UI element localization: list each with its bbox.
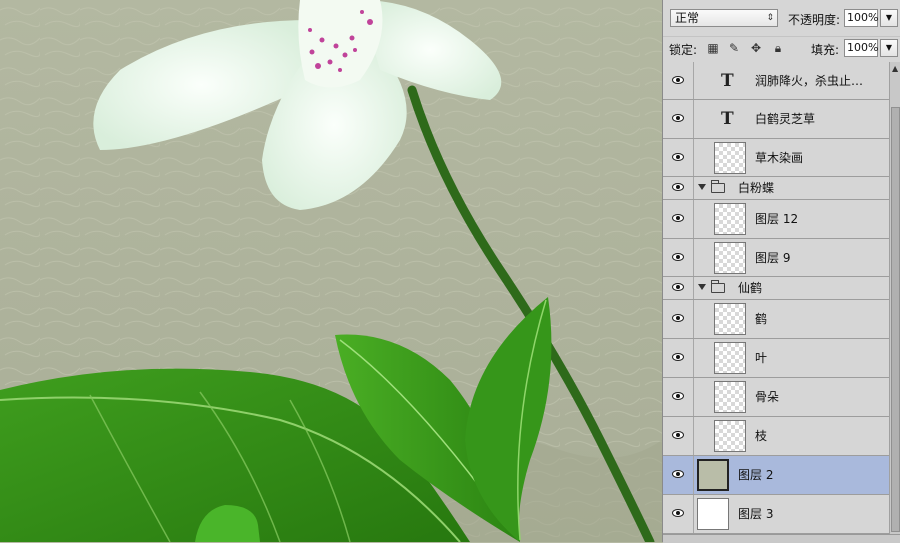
expand-triangle-icon[interactable] <box>698 284 706 290</box>
blend-mode-value: 正常 <box>675 11 700 25</box>
layer-thumbnail <box>714 381 746 413</box>
layer-name: 枝 <box>755 429 768 443</box>
eye-icon <box>672 114 684 122</box>
fill-label: 填充: <box>811 43 840 57</box>
layer-row[interactable]: 枝 <box>663 417 889 456</box>
layer-name: 图层 9 <box>755 250 791 265</box>
document-canvas[interactable] <box>0 0 662 542</box>
eye-icon <box>672 314 684 322</box>
layer-row[interactable]: 图层 12 <box>663 200 889 239</box>
eye-icon <box>672 183 684 191</box>
layer-row[interactable]: 骨朵 <box>663 378 889 417</box>
layer-thumbnail <box>714 420 746 452</box>
lock-brush-icon[interactable]: ✎ <box>727 41 741 55</box>
layer-row[interactable]: 图层 3 <box>663 495 889 534</box>
visibility-toggle[interactable] <box>663 139 694 176</box>
eye-icon <box>672 283 684 291</box>
layer-row-selected[interactable]: 图层 2 <box>663 456 889 495</box>
layer-row[interactable]: 鹤 <box>663 300 889 339</box>
visibility-toggle[interactable] <box>663 417 694 455</box>
layer-row[interactable]: T 润肺降火，杀虫止… <box>663 62 889 100</box>
lock-label: 锁定: <box>669 43 698 57</box>
scroll-up-icon[interactable]: ▲ <box>892 64 898 73</box>
text-layer-icon: T <box>721 109 734 129</box>
layer-row[interactable]: 叶 <box>663 339 889 378</box>
opacity-input[interactable]: 100% <box>844 9 878 27</box>
visibility-toggle[interactable] <box>663 100 694 138</box>
eye-icon <box>672 75 684 84</box>
layer-name: 白鹤灵芝草 <box>755 112 816 126</box>
layer-group-row[interactable]: 白粉蝶 <box>663 177 889 200</box>
fill-dropdown-button[interactable]: ▼ <box>880 39 898 57</box>
visibility-toggle[interactable] <box>663 277 694 299</box>
canvas-artwork <box>0 0 662 542</box>
layer-thumbnail <box>697 459 729 491</box>
visibility-toggle[interactable] <box>663 339 694 377</box>
visibility-toggle[interactable] <box>663 200 694 238</box>
eye-icon <box>672 392 684 400</box>
lock-transparent-icon[interactable]: ▦ <box>706 41 720 55</box>
folder-icon <box>711 280 725 293</box>
eye-icon <box>672 470 684 478</box>
scrollbar-thumb[interactable] <box>891 107 900 532</box>
layer-name: 鹤 <box>755 312 768 326</box>
blend-mode-select[interactable]: 正常 ⇕ <box>670 9 778 27</box>
layer-thumbnail <box>714 142 746 174</box>
visibility-toggle[interactable] <box>663 239 694 276</box>
fill-input[interactable]: 100% <box>844 39 878 57</box>
visibility-toggle[interactable] <box>663 378 694 416</box>
layer-name: 图层 2 <box>738 468 774 482</box>
lock-all-icon[interactable]: 🔒︎ <box>771 41 785 55</box>
select-arrows-icon: ⇕ <box>766 13 774 23</box>
layers-scrollbar[interactable]: ▲ <box>889 62 900 540</box>
visibility-toggle[interactable] <box>663 495 694 533</box>
visibility-toggle[interactable] <box>663 456 694 494</box>
text-layer-icon: T <box>721 70 734 91</box>
eye-icon <box>672 152 684 161</box>
group-name: 仙鹤 <box>738 281 763 295</box>
group-name: 白粉蝶 <box>738 181 775 195</box>
blend-opacity-row: 正常 ⇕ 不透明度: 100% ▼ <box>663 0 900 37</box>
visibility-toggle[interactable] <box>663 177 694 199</box>
layer-thumbnail <box>714 303 746 335</box>
layer-row[interactable]: T 白鹤灵芝草 <box>663 100 889 139</box>
layer-name: 叶 <box>755 351 768 365</box>
lock-move-icon[interactable]: ✥ <box>749 41 763 55</box>
lock-fill-row: 锁定: ▦ ✎ ✥ 🔒︎ 填充: 100% ▼ <box>663 36 900 63</box>
visibility-toggle[interactable] <box>663 62 694 99</box>
opacity-label: 不透明度: <box>788 13 841 27</box>
eye-icon <box>672 509 684 517</box>
layer-thumbnail <box>714 242 746 274</box>
layer-thumbnail <box>714 342 746 374</box>
layer-name: 图层 3 <box>738 507 774 521</box>
layers-panel: 正常 ⇕ 不透明度: 100% ▼ 锁定: ▦ ✎ ✥ 🔒︎ 填充: 100% … <box>662 0 900 543</box>
chevron-down-icon: ▼ <box>885 43 893 52</box>
layers-list: T 润肺降火，杀虫止… T 白鹤灵芝草 草木染画 白粉蝶 图层 12 图层 9 … <box>663 62 889 540</box>
eye-icon <box>672 353 684 361</box>
visibility-toggle[interactable] <box>663 300 694 338</box>
layer-name: 骨朵 <box>755 390 780 404</box>
eye-icon <box>672 214 684 222</box>
opacity-dropdown-button[interactable]: ▼ <box>880 9 898 27</box>
layer-row[interactable]: 图层 9 <box>663 239 889 277</box>
eye-icon <box>672 252 684 261</box>
expand-triangle-icon[interactable] <box>698 184 706 190</box>
layer-group-row[interactable]: 仙鹤 <box>663 277 889 300</box>
layer-name: 润肺降火，杀虫止… <box>755 73 864 88</box>
layer-thumbnail <box>714 203 746 235</box>
layer-name: 草木染画 <box>755 150 804 165</box>
eye-icon <box>672 431 684 439</box>
folder-icon <box>711 180 725 193</box>
layer-thumbnail <box>697 498 729 530</box>
layer-row[interactable]: 草木染画 <box>663 139 889 177</box>
layer-name: 图层 12 <box>755 212 799 226</box>
chevron-down-icon: ▼ <box>885 13 893 22</box>
